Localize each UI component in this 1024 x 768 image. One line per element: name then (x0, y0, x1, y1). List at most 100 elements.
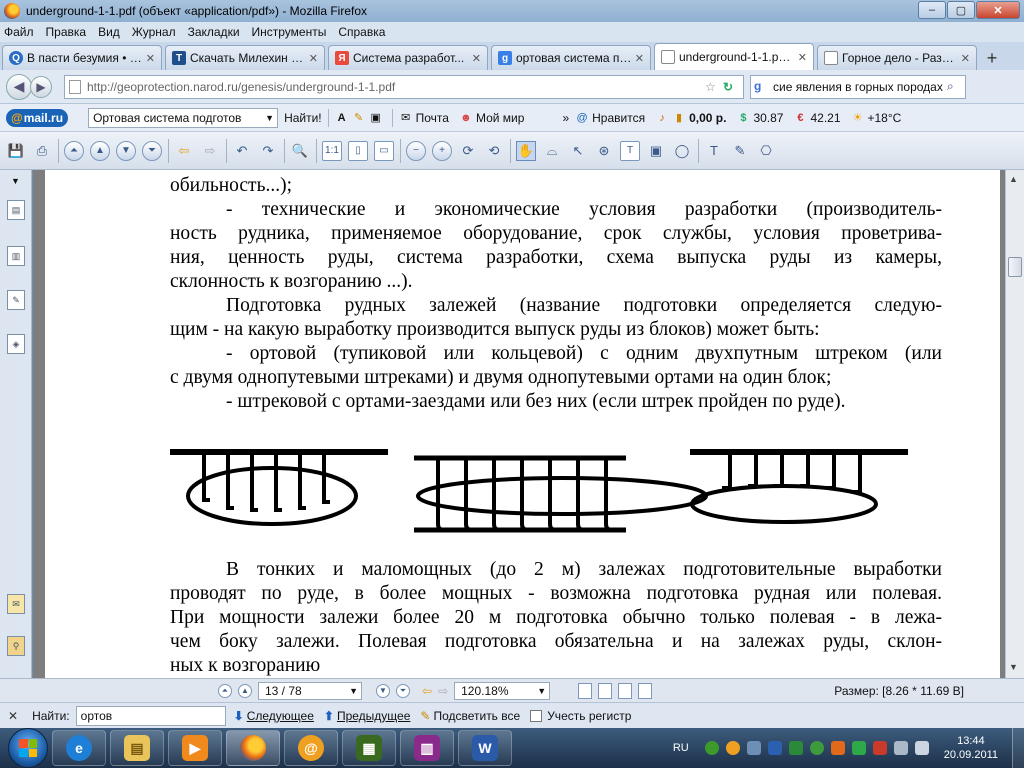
search-box[interactable]: g сие явления в горных породах ⌕ (750, 74, 966, 99)
antivirus-icon[interactable] (788, 741, 803, 755)
taskbar-explorer[interactable]: ▤ (110, 730, 164, 766)
myworld-link[interactable]: ☻ Мой мир (459, 111, 524, 125)
tab-close-icon[interactable]: ✕ (146, 52, 155, 65)
eur-rate[interactable]: € 42.21 (793, 111, 840, 125)
last-page-icon[interactable]: ⏷ (142, 140, 162, 161)
search-icon[interactable]: ⌕ (947, 79, 965, 94)
menu-file[interactable]: Файл (4, 25, 34, 39)
scroll-down-icon[interactable]: ▼ (1009, 662, 1018, 672)
font-icon[interactable]: A (335, 111, 349, 125)
next-page-icon[interactable]: ▼ (376, 683, 390, 698)
tab-5[interactable]: Горное дело - Разр... ✕ (817, 45, 977, 70)
tab-1[interactable]: T Скачать Милехин Г.... ✕ (165, 45, 325, 70)
find-input[interactable]: ортов (75, 705, 226, 726)
facing-view-icon[interactable] (618, 682, 633, 699)
taskbar-video[interactable]: ▦ (342, 730, 396, 766)
select-arrow-icon[interactable]: ↖ (568, 141, 588, 161)
typewriter-icon[interactable]: T (704, 141, 724, 161)
first-page-icon[interactable]: ⏶ (64, 140, 84, 161)
glasses-icon[interactable]: ⌓ (542, 141, 562, 161)
annotation-icon[interactable]: ◯ (672, 141, 692, 161)
volume-icon[interactable] (914, 741, 929, 755)
clock[interactable]: 13:44 20.09.2011 (944, 734, 998, 762)
find-next-button[interactable]: ⬇ Следующее (234, 709, 314, 723)
binoculars-icon[interactable]: ⊛ (594, 141, 614, 161)
tab-3[interactable]: g ортовая система по... ✕ (491, 45, 651, 70)
flag-icon[interactable] (851, 741, 866, 755)
fit-width-icon[interactable]: ▭ (374, 140, 394, 161)
mailru-find-button[interactable]: Найти! (284, 111, 322, 125)
taskbar-firefox[interactable] (226, 730, 280, 766)
history-back-icon[interactable]: ⇦ (174, 141, 194, 161)
undo-icon[interactable]: ↶ (232, 141, 252, 161)
action-center-icon[interactable] (872, 741, 887, 755)
url-text[interactable]: http://geoprotection.narod.ru/genesis/un… (87, 80, 705, 94)
taskbar-ie[interactable]: e (52, 730, 106, 766)
mailru-logo[interactable]: @ mail.ru (6, 108, 69, 127)
vertical-scrollbar[interactable]: ▲ ▼ (1005, 170, 1024, 678)
history-forward-icon[interactable]: ⇨ (200, 141, 220, 161)
menu-bookmarks[interactable]: Закладки (188, 25, 240, 39)
single-page-view-icon[interactable] (578, 682, 593, 699)
prev-page-icon[interactable]: ▲ (238, 683, 252, 698)
document-view[interactable]: обильность...); - технические и экономич… (33, 170, 1005, 678)
screenshot-icon[interactable]: ▣ (369, 111, 383, 125)
maximize-button[interactable]: ▢ (947, 1, 975, 19)
start-button[interactable] (8, 728, 48, 768)
history-forward-icon[interactable]: ⇨ (438, 684, 448, 698)
layers-panel-icon[interactable]: ◈ (7, 334, 25, 354)
like-button[interactable]: @ Нравится (575, 111, 646, 125)
zoom-input[interactable]: 120.18% ▼ (454, 681, 551, 700)
pen-icon[interactable]: ✎ (352, 111, 366, 125)
more-chevron[interactable]: » (562, 111, 569, 125)
url-bar[interactable]: http://geoprotection.narod.ru/genesis/un… (64, 74, 744, 99)
zoom-tool-icon[interactable]: 🔍 (290, 141, 310, 161)
redo-icon[interactable]: ↷ (258, 141, 278, 161)
money-widget[interactable]: ▮ 0,00 р. (672, 111, 726, 125)
annotations-panel-icon[interactable]: ✎ (7, 290, 25, 310)
mailru-search-select[interactable]: Ортовая система подготов ▼ (88, 107, 279, 128)
print-icon[interactable]: ⎙ (32, 141, 52, 161)
tab-4[interactable]: underground-1-1.pd... ✕ (654, 43, 814, 70)
menu-view[interactable]: Вид (98, 25, 120, 39)
actual-size-icon[interactable]: 1:1 (322, 140, 342, 161)
zoom-in-icon[interactable]: + (432, 140, 452, 161)
icq-icon[interactable] (704, 741, 719, 755)
back-button[interactable]: ◀ (6, 73, 32, 100)
tab-close-icon[interactable]: ✕ (472, 52, 481, 65)
menu-edit[interactable]: Правка (46, 25, 87, 39)
torrent-icon[interactable] (809, 741, 824, 755)
mail-link[interactable]: ✉ Почта (399, 111, 449, 125)
search-input[interactable]: сие явления в горных породах (773, 80, 947, 94)
highlight-all-button[interactable]: ✎ Подсветить все (420, 709, 520, 723)
bookmark-star-icon[interactable]: ☆ (705, 80, 723, 94)
last-page-icon[interactable]: ⏷ (396, 683, 410, 698)
tab-2[interactable]: Я Система разработ... ✕ (328, 45, 488, 70)
taskbar-mail-agent[interactable]: @ (284, 730, 338, 766)
scroll-up-icon[interactable]: ▲ (1009, 174, 1018, 184)
save-icon[interactable]: 💾 (6, 141, 26, 161)
minimize-button[interactable]: – (918, 1, 946, 19)
pencil-icon[interactable]: ✎ (730, 141, 750, 161)
music-icon[interactable]: ♪ (655, 111, 669, 125)
next-page-icon[interactable]: ▼ (116, 140, 136, 161)
weather-widget[interactable]: ☀ +18°С (851, 111, 902, 125)
first-page-icon[interactable]: ⏶ (218, 683, 232, 698)
thumbnails-panel-icon[interactable]: ▥ (7, 246, 25, 266)
mail-tray-icon[interactable] (725, 741, 740, 755)
comments-panel-icon[interactable]: ✉ (7, 594, 25, 614)
find-prev-button[interactable]: ⬆ Предыдущее (324, 709, 411, 723)
menu-tools[interactable]: Инструменты (252, 25, 327, 39)
rotate-icon[interactable]: ⟳ (458, 141, 478, 161)
snapshot-icon[interactable]: ▣ (646, 141, 666, 161)
taskbar-word[interactable]: W (458, 730, 512, 766)
tab-close-icon[interactable]: ✕ (309, 52, 318, 65)
text-select-icon[interactable]: T (620, 140, 640, 161)
page-number-input[interactable]: 13 / 78 ▼ (258, 681, 362, 700)
close-icon[interactable]: ✕ (8, 709, 18, 723)
bookmarks-panel-icon[interactable]: ▤ (7, 200, 25, 220)
signal-icon[interactable] (893, 741, 908, 755)
usd-rate[interactable]: $ 30.87 (736, 111, 783, 125)
show-desktop-button[interactable] (1012, 728, 1024, 768)
language-indicator[interactable]: RU (673, 742, 689, 754)
